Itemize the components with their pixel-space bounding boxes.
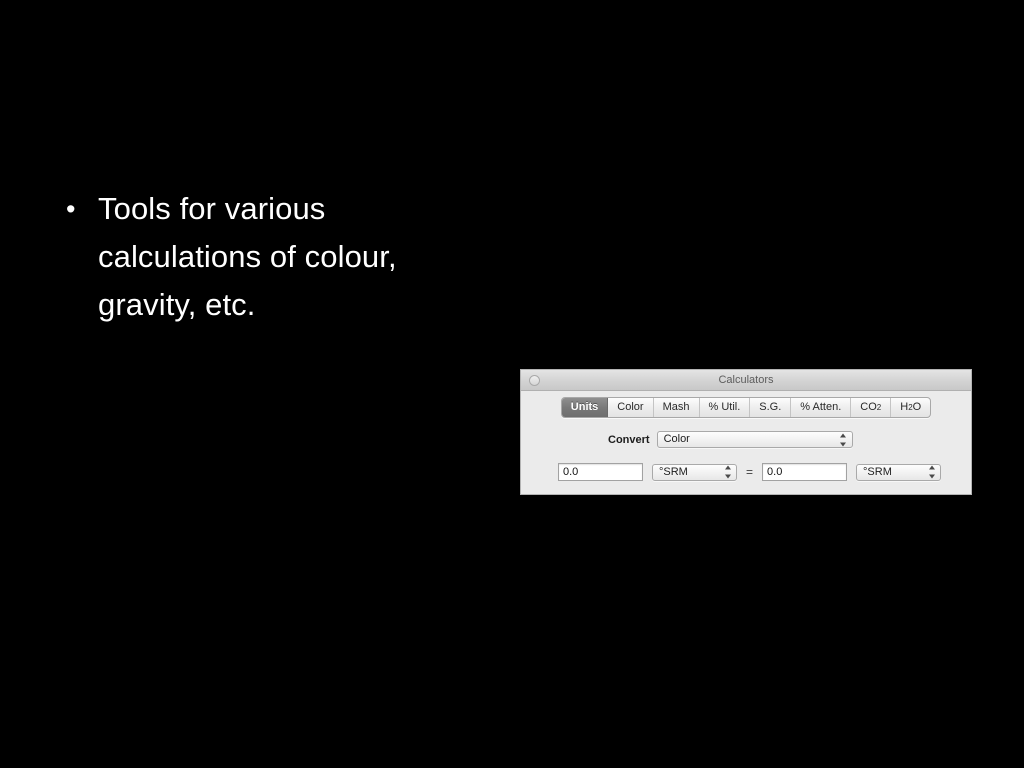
tab-units-label: Units [570, 401, 599, 413]
window-titlebar[interactable]: Calculators [521, 370, 971, 391]
convert-row: Convert Color [521, 431, 971, 448]
tab-co2-label-sub: 2 [876, 402, 882, 412]
chevron-updown-icon[interactable] [724, 465, 731, 479]
tab-percent-atten[interactable]: % Atten. [791, 398, 852, 417]
chevron-down-icon [724, 474, 731, 479]
chevron-updown-icon[interactable] [840, 433, 847, 446]
tab-co2[interactable]: CO 2 [851, 398, 892, 417]
equals-sign: = [746, 465, 754, 479]
bullet-text: Tools for various calculations of colour… [98, 191, 397, 322]
tab-units[interactable]: Units [561, 398, 609, 417]
convert-type-dropdown[interactable]: Color [656, 431, 853, 448]
tab-mash-label: Mash [662, 401, 690, 413]
tab-h2o-label-main: H [900, 401, 909, 413]
conversion-row: 0.0 °SRM = 0.0 °SRM [521, 463, 971, 481]
tab-co2-label-main: CO [860, 401, 877, 413]
right-value-input[interactable]: 0.0 [762, 463, 848, 481]
right-value-text: 0.0 [767, 465, 783, 478]
tab-color[interactable]: Color [608, 398, 654, 417]
left-unit-value: °SRM [659, 465, 688, 478]
tab-mash[interactable]: Mash [654, 398, 700, 417]
chevron-down-icon [840, 442, 847, 446]
tab-h2o-label-tail: O [912, 401, 922, 413]
chevron-up-icon [840, 433, 847, 437]
convert-label: Convert [608, 433, 650, 446]
left-unit-dropdown[interactable]: °SRM [652, 463, 737, 481]
convert-type-value: Color [663, 433, 690, 445]
left-value-text: 0.0 [563, 465, 579, 478]
chevron-up-icon [928, 465, 935, 470]
bullet-list-item: • Tools for various calculations of colo… [60, 185, 490, 329]
tab-percent-util[interactable]: % Util. [700, 398, 751, 417]
window-title: Calculators [718, 374, 774, 386]
left-value-input[interactable]: 0.0 [558, 463, 643, 481]
slide-body: • Tools for various calculations of colo… [60, 185, 490, 329]
tab-percent-atten-label: % Atten. [800, 401, 842, 413]
chevron-up-icon [724, 465, 731, 470]
tab-color-label: Color [617, 401, 644, 413]
tab-percent-util-label: % Util. [708, 401, 741, 413]
close-icon[interactable] [529, 375, 540, 386]
chevron-updown-icon[interactable] [928, 465, 935, 479]
bullet-marker-icon: • [66, 194, 76, 224]
tabbar: Units Color Mash % Util. S.G. % Atten. C… [560, 397, 932, 418]
tab-h2o[interactable]: H2O [891, 398, 930, 417]
right-unit-dropdown[interactable]: °SRM [856, 463, 942, 481]
tabbar-container: Units Color Mash % Util. S.G. % Atten. C… [521, 391, 971, 418]
tab-specific-gravity-label: S.G. [759, 401, 782, 413]
calculators-window: Calculators Units Color Mash % Util. S.G… [520, 369, 972, 495]
right-unit-value: °SRM [863, 465, 892, 478]
chevron-down-icon [928, 474, 935, 479]
tab-specific-gravity[interactable]: S.G. [750, 398, 792, 417]
